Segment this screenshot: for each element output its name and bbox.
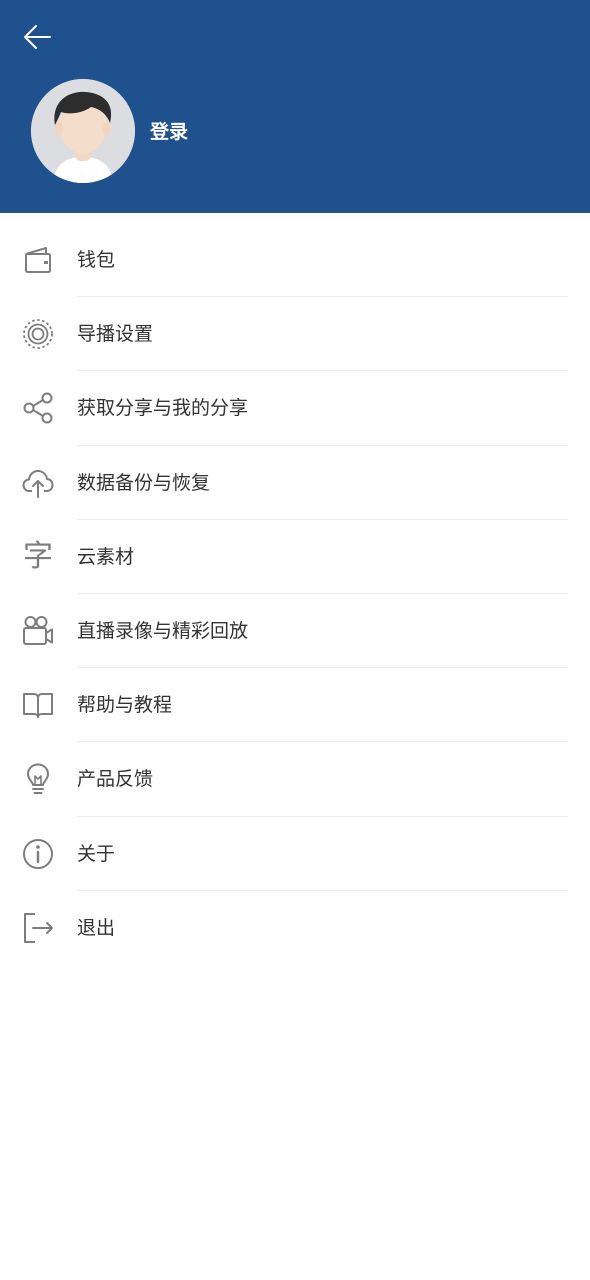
- menu-item-logout[interactable]: 退出: [0, 891, 590, 965]
- cloud-upload-icon: [18, 463, 58, 503]
- back-button[interactable]: [16, 17, 60, 61]
- profile-header: 登录: [0, 0, 590, 213]
- menu-item-label: 获取分享与我的分享: [77, 397, 249, 420]
- arrow-left-icon: [22, 21, 54, 57]
- menu-item-feedback[interactable]: 产品反馈: [0, 742, 590, 817]
- menu-item-help-tutorials[interactable]: 帮助与教程: [0, 668, 590, 743]
- menu-item-label: 帮助与教程: [77, 694, 173, 717]
- character-glyph: 字: [23, 538, 53, 574]
- menu-item-backup-restore[interactable]: 数据备份与恢复: [0, 446, 590, 520]
- menu-item-about[interactable]: 关于: [0, 817, 590, 891]
- default-avatar-icon: [31, 79, 135, 183]
- info-icon: [18, 834, 58, 874]
- logout-icon: [18, 908, 58, 948]
- book-icon: [18, 685, 58, 725]
- menu-item-label: 数据备份与恢复: [77, 471, 211, 494]
- menu-item-live-recordings[interactable]: 直播录像与精彩回放: [0, 594, 590, 669]
- video-camera-icon: [18, 611, 58, 651]
- menu-item-label: 退出: [77, 916, 116, 939]
- lightbulb-icon: [18, 759, 58, 799]
- login-link[interactable]: 登录: [150, 118, 188, 146]
- menu-item-broadcast-settings[interactable]: 导播设置: [0, 297, 590, 372]
- character-icon: 字: [18, 537, 58, 577]
- wallet-icon: [18, 240, 58, 280]
- menu-item-cloud-materials[interactable]: 字 云素材: [0, 520, 590, 594]
- menu-item-label: 直播录像与精彩回放: [77, 619, 249, 642]
- menu-item-label: 钱包: [77, 249, 116, 271]
- menu-item-share[interactable]: 获取分享与我的分享: [0, 371, 590, 446]
- menu-item-label: 关于: [77, 842, 116, 865]
- menu-item-label: 产品反馈: [77, 768, 154, 791]
- broadcast-settings-icon: [18, 314, 58, 354]
- menu-item-wallet[interactable]: 钱包: [0, 223, 590, 298]
- avatar[interactable]: [31, 79, 135, 183]
- menu-list: 钱包 导播设置 获取分享与我的分享 数据备份与恢复 字 云素材 直播录像与精彩回…: [0, 223, 590, 965]
- share-icon: [18, 388, 58, 428]
- menu-item-label: 导播设置: [77, 323, 154, 346]
- menu-item-label: 云素材: [77, 545, 135, 568]
